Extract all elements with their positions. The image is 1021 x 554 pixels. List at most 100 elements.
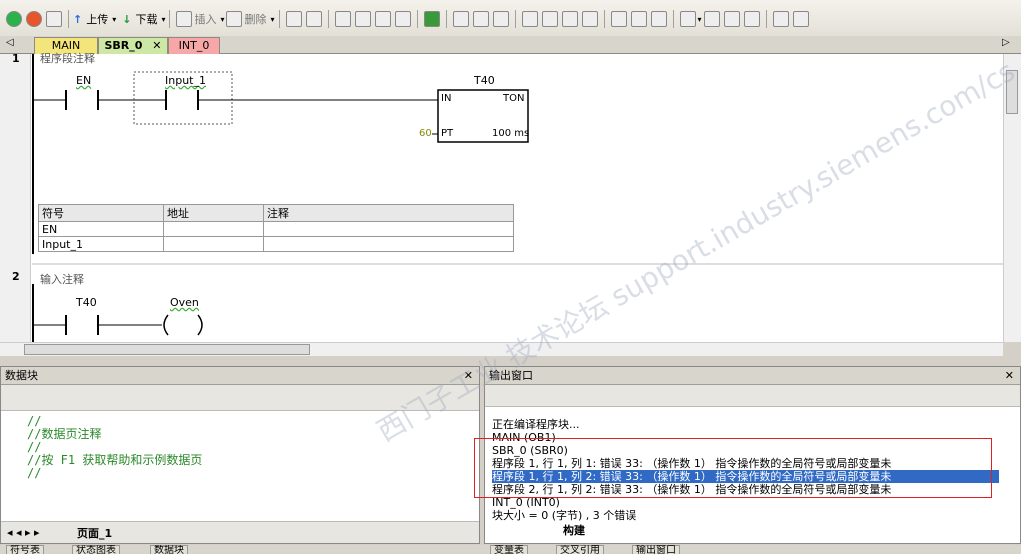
coil-icon[interactable]	[630, 11, 647, 27]
tab-int0[interactable]: INT_0	[168, 37, 220, 54]
code-line: //数据页注释	[27, 427, 102, 441]
toolbar-separator	[169, 10, 171, 28]
delete-button[interactable]: 删除	[244, 11, 266, 27]
page-nav-icon[interactable]: ◂ ◂ ▸ ▸	[7, 526, 40, 539]
bottom-tab-bar: 符号表 状态图表 数据块 变量表 交叉引用 输出窗口	[0, 545, 1021, 554]
main-toolbar: ↑ 上传 ▾ ↓ 下载 ▾ 插入 ▾ 删除 ▾ ▾	[0, 0, 1021, 38]
chevron-down-icon[interactable]: ▾	[270, 15, 274, 24]
table-row[interactable]: Input_1	[38, 236, 514, 252]
timer-icon[interactable]	[394, 11, 411, 27]
panel-title: 数据块 ✕	[1, 367, 479, 385]
tab-page-1[interactable]: 页面_1	[77, 525, 112, 541]
lock-icon[interactable]	[452, 11, 469, 27]
back-icon[interactable]	[354, 11, 371, 27]
window-icon[interactable]	[334, 11, 351, 27]
panel-title: 输出窗口 ✕	[485, 367, 1020, 385]
tab-data-block[interactable]: 数据块	[150, 545, 188, 554]
table-cell[interactable]	[263, 221, 514, 237]
table-cell[interactable]: Input_1	[38, 236, 164, 252]
chevron-down-icon[interactable]: ▾	[161, 15, 165, 24]
toolbar-separator	[603, 10, 605, 28]
tab-variable-table[interactable]: 变量表	[490, 545, 528, 554]
tab-sbr0[interactable]: SBR_0 ✕	[98, 37, 168, 54]
timer-type: TON	[503, 93, 525, 104]
network-icon[interactable]	[305, 11, 322, 27]
box-icon[interactable]	[650, 11, 667, 27]
insert-icon[interactable]	[176, 11, 193, 27]
timer-in-label: IN	[441, 93, 452, 104]
tab-symbol-table[interactable]: 符号表	[6, 545, 44, 554]
page-tabs-bar: ◂ ◂ ▸ ▸ 页面_1	[1, 521, 479, 543]
timer-name: T40	[474, 74, 495, 87]
toolbar-separator	[416, 10, 418, 28]
program-tabs: ◁ MAIN SBR_0 ✕ INT_0 ▷	[0, 36, 1021, 54]
column-header: 地址	[163, 204, 264, 222]
column-header: 符号	[38, 204, 164, 222]
tab-output-window[interactable]: 输出窗口	[632, 545, 680, 554]
output-line[interactable]: 块大小 = 0 (字节) , 3 个错误	[492, 509, 636, 522]
branch-icon[interactable]	[521, 11, 538, 27]
delete-icon[interactable]	[226, 11, 243, 27]
stop-icon[interactable]	[26, 11, 42, 27]
upload-button[interactable]: 上传	[86, 11, 108, 27]
compile-icon[interactable]	[46, 11, 62, 27]
table-cell[interactable]	[163, 221, 264, 237]
data-block-text[interactable]: // //数据页注释 // //按 F1 获取帮助和示例数据页 //	[27, 415, 202, 480]
timer-resolution: 100 ms	[492, 128, 530, 139]
contact-label: EN	[76, 74, 92, 87]
close-icon[interactable]: ✕	[152, 39, 161, 52]
edit-icon[interactable]	[723, 11, 740, 27]
editor-vertical-scrollbar[interactable]	[1003, 54, 1021, 342]
chevron-down-icon[interactable]: ▾	[698, 15, 702, 24]
code-line: //	[27, 466, 42, 480]
tab-cross-reference[interactable]: 交叉引用	[556, 545, 604, 554]
table-cell[interactable]	[263, 236, 514, 252]
go-icon[interactable]	[423, 11, 440, 27]
insert-button[interactable]: 插入	[194, 11, 216, 27]
note-icon[interactable]	[772, 11, 789, 27]
close-icon[interactable]: ✕	[1005, 367, 1014, 384]
tab-scroll-right-icon[interactable]: ▷	[1002, 37, 1010, 48]
upload-icon[interactable]: ↑	[73, 13, 82, 26]
panel-toolbar	[485, 385, 1020, 407]
column-header: 注释	[263, 204, 514, 222]
code-line: //按 F1 获取帮助和示例数据页	[27, 453, 203, 467]
unlock-icon[interactable]	[492, 11, 509, 27]
lock-icon[interactable]	[472, 11, 489, 27]
forward-icon[interactable]	[374, 11, 391, 27]
toolbar-separator	[278, 10, 280, 28]
scroll-thumb[interactable]	[24, 344, 310, 355]
tab-sbr0-label: SBR_0	[104, 39, 143, 52]
contact-icon[interactable]	[610, 11, 627, 27]
table-icon[interactable]	[703, 11, 720, 27]
network-comment[interactable]: 输入注释	[40, 271, 84, 287]
table-cell[interactable]	[163, 236, 264, 252]
download-icon[interactable]: ↓	[122, 13, 131, 26]
branch-icon[interactable]	[561, 11, 578, 27]
properties-icon[interactable]	[792, 11, 809, 27]
output-line[interactable]: 正在编译程序块...	[492, 418, 580, 431]
download-button[interactable]: 下载	[135, 11, 157, 27]
chevron-down-icon[interactable]: ▾	[220, 15, 224, 24]
table-cell[interactable]: EN	[38, 221, 164, 237]
branch-icon[interactable]	[541, 11, 558, 27]
coil-left	[163, 314, 169, 336]
chevron-down-icon[interactable]: ▾	[112, 15, 116, 24]
toolbar-separator	[514, 10, 516, 28]
contact-label: T40	[76, 296, 97, 309]
tab-scroll-left-icon[interactable]: ◁	[6, 37, 14, 48]
panel-title-text: 数据块	[5, 369, 38, 382]
timer-pt-label: PT	[441, 128, 454, 139]
edit-icon[interactable]	[743, 11, 760, 27]
run-icon[interactable]	[6, 11, 22, 27]
tab-status-chart[interactable]: 状态图表	[72, 545, 120, 554]
error-highlight-box	[474, 438, 992, 498]
toolbar-separator	[327, 10, 329, 28]
line-icon[interactable]	[581, 11, 598, 27]
ladder-diagram	[32, 54, 1003, 342]
toolbar-group-run: ↑ 上传 ▾ ↓ 下载 ▾ 插入 ▾ 删除 ▾ ▾	[4, 9, 811, 29]
table-row[interactable]: EN	[38, 221, 514, 237]
network-icon[interactable]	[285, 11, 302, 27]
symbol-icon[interactable]	[679, 11, 696, 27]
tab-build[interactable]: 构建	[563, 522, 585, 538]
